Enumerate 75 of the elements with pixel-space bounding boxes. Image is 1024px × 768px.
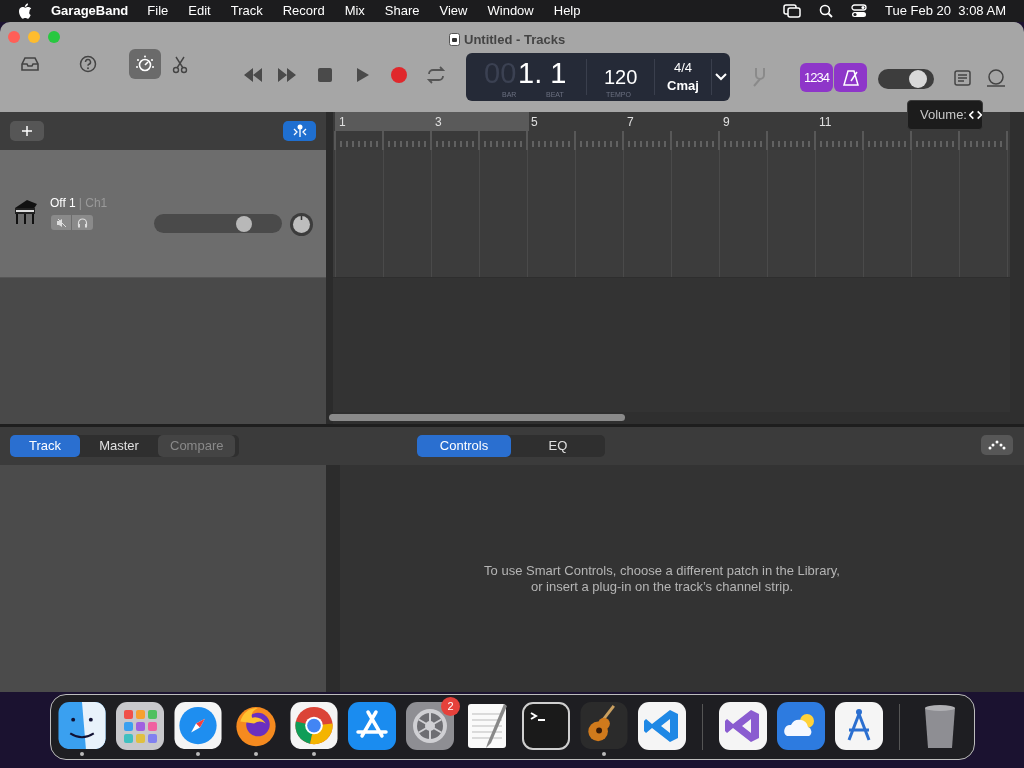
slider-thumb[interactable]	[909, 70, 928, 88]
solo-button[interactable]	[72, 215, 93, 230]
track-name[interactable]: Off 1	[50, 194, 76, 212]
chevron-down-icon[interactable]	[715, 73, 727, 81]
vertical-scrollbar[interactable]	[1010, 112, 1024, 424]
metronome-icon	[841, 68, 860, 87]
align-icon	[291, 124, 308, 138]
code-ribbon-icon[interactable]	[638, 702, 686, 750]
controls-menu-button[interactable]	[981, 435, 1013, 455]
gear-icon[interactable]	[406, 702, 454, 750]
app-menu[interactable]: GarageBand	[51, 1, 129, 21]
bar-number: 5	[531, 114, 538, 131]
drafting-compass-icon[interactable]	[835, 702, 883, 750]
dots-icon	[988, 440, 1006, 450]
resize-cursor-icon	[969, 108, 982, 122]
help-icon	[77, 54, 99, 74]
bar-number: 1	[339, 114, 346, 131]
cloud-sun-icon[interactable]	[777, 702, 825, 750]
plus-icon	[21, 125, 33, 137]
toolbar-button[interactable]	[129, 49, 161, 79]
bar-number: 7	[627, 114, 634, 131]
view-tab[interactable]: Track	[10, 435, 80, 457]
menu-item[interactable]: Window	[487, 1, 534, 21]
bar-number: 9	[723, 114, 730, 131]
cycle-icon[interactable]	[424, 65, 447, 85]
mode-tab[interactable]: EQ	[511, 435, 605, 457]
control-center-icon[interactable]	[851, 4, 868, 18]
key-display: Cmaj	[667, 77, 699, 95]
ribbon-icon[interactable]	[719, 702, 767, 750]
track-volume-slider[interactable]	[154, 214, 282, 233]
metronome-button[interactable]	[834, 63, 867, 92]
menu-item[interactable]: File	[147, 1, 169, 21]
scrollbar-thumb[interactable]	[329, 414, 625, 421]
position-display: 1. 1	[518, 59, 567, 88]
tooltip-text: Volume:	[920, 106, 967, 125]
mode-tab[interactable]: Controls	[417, 435, 511, 457]
add-track-button[interactable]	[10, 121, 44, 141]
headphones-icon	[77, 217, 88, 228]
document-icon	[449, 33, 460, 47]
menu-item[interactable]: Share	[384, 1, 420, 21]
menu-item[interactable]: Record	[282, 1, 325, 21]
window-title: Untitled - Tracks	[464, 31, 566, 49]
apple-logo-icon[interactable]	[18, 3, 32, 19]
bar-number: 11	[819, 114, 832, 131]
dial-icon	[134, 54, 156, 74]
guitar-icon[interactable]	[580, 702, 628, 750]
compass-icon[interactable]	[174, 702, 222, 750]
slider-thumb[interactable]	[235, 216, 252, 232]
app-grid-icon[interactable]	[116, 702, 164, 750]
pan-knob[interactable]	[289, 212, 314, 237]
menu-item[interactable]: Help	[553, 1, 581, 21]
terminal-icon[interactable]	[522, 702, 570, 750]
menu-item[interactable]: Track	[230, 1, 263, 21]
smiley-face-icon[interactable]	[58, 702, 106, 750]
menu-item[interactable]: View	[439, 1, 468, 21]
bar-number: 3	[435, 114, 442, 131]
pencil-a-icon[interactable]	[348, 702, 396, 750]
mute-button[interactable]	[51, 215, 72, 230]
notification-badge: 2	[441, 697, 460, 716]
loop-icon[interactable]	[985, 68, 1007, 88]
alignment-button[interactable]	[283, 121, 316, 141]
tempo-display: 120	[604, 67, 638, 87]
menu-clock[interactable]: Tue Feb 20 3:08 AM	[885, 1, 1006, 21]
speaker-muted-icon	[55, 217, 67, 228]
menu-item[interactable]: Mix	[344, 1, 365, 21]
library-tray-icon	[19, 54, 41, 74]
time-signature: 4/4	[673, 59, 693, 77]
menu-item[interactable]: Edit	[188, 1, 211, 21]
windows-icon[interactable]	[783, 4, 802, 18]
count-in-button[interactable]: 1234	[800, 63, 833, 92]
notepad-icon[interactable]	[954, 70, 971, 86]
volume-slider[interactable]	[878, 69, 934, 89]
view-tab[interactable]: Master	[84, 435, 154, 457]
smart-controls-message: To use Smart Controls, choose a different patch in the Library, or insert a plug-in on the track’s channel strip.	[484, 562, 840, 595]
search-icon[interactable]	[819, 4, 834, 18]
